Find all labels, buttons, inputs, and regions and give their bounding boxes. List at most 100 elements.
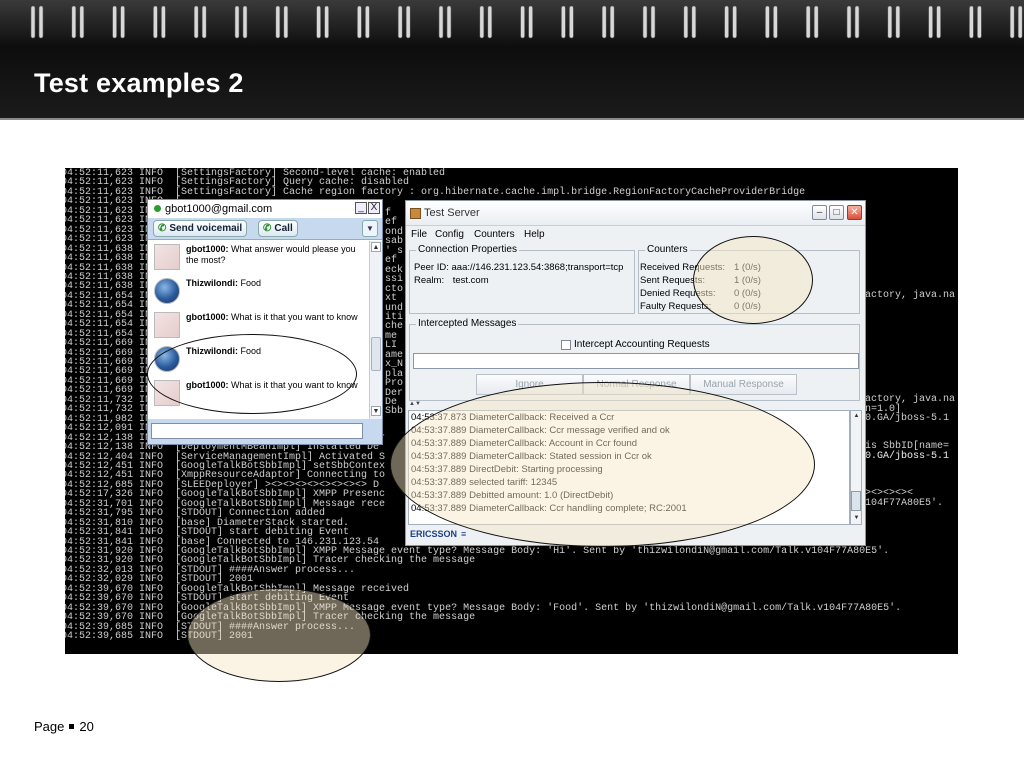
binder-ring xyxy=(479,5,485,39)
binder-ring xyxy=(650,5,656,39)
chat-highlight-ellipse xyxy=(147,334,357,414)
minimize-button[interactable]: – xyxy=(812,205,827,220)
minimize-button[interactable]: _ xyxy=(355,202,367,214)
binder-ring xyxy=(805,5,811,39)
binder-ring xyxy=(234,5,240,39)
message-sender: Thizwilondi: xyxy=(186,278,238,288)
binder-ring xyxy=(38,5,44,39)
console-fragment: 0.GA/jboss-5.1 xyxy=(865,413,950,424)
binder-ring xyxy=(765,5,770,39)
binder-ring xyxy=(732,5,737,39)
message-sender: gbot1000: xyxy=(186,244,229,254)
call-button[interactable]: ✆ Call xyxy=(258,220,298,237)
close-button[interactable]: X xyxy=(368,202,380,214)
binder-ring xyxy=(161,5,166,39)
log-scrollbar[interactable]: ▲ ▼ xyxy=(850,410,862,525)
binder-ring xyxy=(438,5,444,39)
console-fragment: actory, java.na xyxy=(865,290,956,301)
log-highlight-ellipse xyxy=(390,382,815,547)
message-sender: gbot1000: xyxy=(186,312,229,322)
binder-ring xyxy=(487,5,493,39)
scroll-thumb[interactable] xyxy=(851,491,861,511)
binder-ring xyxy=(112,5,117,39)
send-voicemail-button[interactable]: ✆ Send voicemail xyxy=(153,220,248,237)
footer-bullet-icon xyxy=(69,724,75,730)
binder-ring xyxy=(316,5,321,39)
avatar xyxy=(154,312,180,338)
binder-ring xyxy=(895,5,901,39)
scroll-down-icon[interactable]: ▼ xyxy=(852,514,861,523)
realm-value: test.com xyxy=(452,275,489,286)
ericsson-logo: ERICSSON ≡ xyxy=(410,529,467,539)
binder-ring xyxy=(153,5,158,39)
binder-ring xyxy=(324,5,329,39)
binder-ring xyxy=(520,5,525,39)
splitter-arrows-icon[interactable]: ▲▼ xyxy=(409,401,421,407)
binder-ring xyxy=(854,5,860,39)
peer-id-value: aaa://146.231.123.54:3868;transport=tcp xyxy=(451,262,624,273)
binder-ring xyxy=(242,5,248,39)
binder-ring xyxy=(691,5,697,39)
page-number: 20 xyxy=(79,719,94,734)
binder-ring xyxy=(1009,5,1015,39)
scroll-thumb[interactable] xyxy=(371,337,381,371)
message-text: What is it that you want to know xyxy=(231,312,358,322)
binder-ring xyxy=(813,5,819,39)
scroll-down-icon[interactable]: ▼ xyxy=(371,406,381,416)
menu-file[interactable]: File xyxy=(411,229,427,240)
close-button[interactable]: ✕ xyxy=(847,205,862,220)
chat-message-input[interactable] xyxy=(151,423,363,439)
phone-icon: ✆ xyxy=(158,223,167,234)
intercepted-messages-label: Intercepted Messages xyxy=(416,318,519,329)
scroll-up-icon[interactable]: ▲ xyxy=(852,412,861,421)
menu-bar: File Config Counters Help xyxy=(406,227,865,243)
console-highlight-ellipse xyxy=(187,588,371,682)
avatar xyxy=(154,244,180,270)
connection-properties-group: Connection Properties Peer ID: aaa://146… xyxy=(409,244,635,314)
binder-ring xyxy=(846,5,852,39)
test-server-titlebar: Test Server – □ ✕ xyxy=(406,201,865,226)
scroll-up-icon[interactable]: ▲ xyxy=(371,242,381,252)
binder-ring xyxy=(569,5,574,39)
online-status-icon xyxy=(154,205,161,212)
binder-ring xyxy=(1017,5,1023,39)
binder-ring xyxy=(397,5,403,39)
connection-properties-label: Connection Properties xyxy=(416,244,519,255)
header-divider xyxy=(0,118,1024,120)
chat-scrollbar[interactable]: ▲ ▼ xyxy=(369,241,382,419)
send-voicemail-label: Send voicemail xyxy=(169,223,243,234)
ericsson-mark-icon: ≡ xyxy=(461,529,467,539)
binder-ring xyxy=(446,5,452,39)
console-fragment: 0.GA/jboss-5.1 xyxy=(865,451,950,462)
menu-counters[interactable]: Counters xyxy=(474,229,515,240)
peer-id-label: Peer ID: xyxy=(414,262,449,273)
binder-ring xyxy=(275,5,281,39)
binder-ring xyxy=(969,5,974,39)
realm-label: Realm: xyxy=(414,275,445,286)
intercept-accounting-checkbox[interactable] xyxy=(561,340,571,350)
slide-title: Test examples 2 xyxy=(34,68,244,98)
binder-ring xyxy=(773,5,778,39)
chat-account: gbot1000@gmail.com xyxy=(165,203,273,215)
phone-icon: ✆ xyxy=(263,223,272,234)
binder-ring xyxy=(928,5,933,39)
menu-config[interactable]: Config xyxy=(435,229,464,240)
binder-ring xyxy=(887,5,893,39)
binder-ring xyxy=(683,5,689,39)
binder-ring xyxy=(609,5,615,39)
binder-ring xyxy=(71,5,77,39)
binder-ring xyxy=(936,5,941,39)
test-server-title: Test Server xyxy=(424,207,480,219)
chat-titlebar: gbot1000@gmail.com _ X xyxy=(148,200,382,218)
intercepted-message-field[interactable] xyxy=(413,353,859,369)
menu-help[interactable]: Help xyxy=(524,229,545,240)
slide-footer: Page 20 xyxy=(34,719,94,734)
binder-ring xyxy=(405,5,411,39)
chat-options-dropdown-icon[interactable]: ▼ xyxy=(362,220,378,237)
message-text: Food xyxy=(240,278,262,288)
binder-ring xyxy=(365,5,370,39)
maximize-button[interactable]: □ xyxy=(829,205,844,220)
binder-ring xyxy=(357,5,362,39)
binder-ring xyxy=(601,5,607,39)
call-label: Call xyxy=(274,223,293,234)
